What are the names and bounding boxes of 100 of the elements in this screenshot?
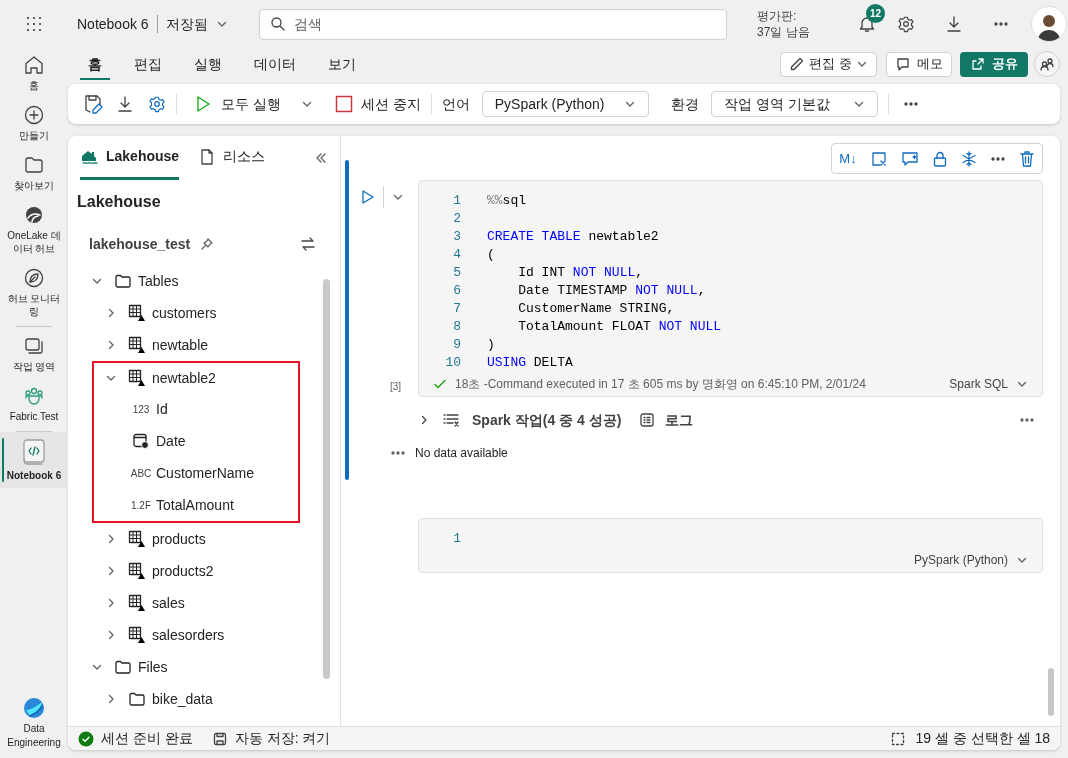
- code-cell-editor[interactable]: [418, 180, 1043, 397]
- bell-icon[interactable]: [858, 15, 876, 33]
- tree-item[interactable]: 1.2F TotalAmount: [94, 489, 298, 521]
- cell-remove-icon[interactable]: [870, 149, 888, 168]
- autosave-status: 자동 저장: 켜기: [234, 729, 331, 748]
- line-number: 1: [452, 530, 461, 549]
- environment-dropdown[interactable]: 작업 영역 기본값: [710, 91, 878, 117]
- execution-status: 18초 -Command executed in 17 초 605 ms by 명화영 on 6:45:10 PM, 2/01/24: [455, 376, 866, 393]
- nav-item[interactable]: 허브 모니터링: [0, 261, 68, 324]
- code-line: Date TIMESTAMP NOT NULL,: [517, 282, 706, 301]
- search-icon: [270, 16, 286, 32]
- nav-item[interactable]: 만들기: [0, 98, 68, 148]
- ribbon-tab[interactable]: 실행: [186, 50, 230, 80]
- nav-footer-label: Data Engineering: [6, 722, 62, 750]
- people-icon: [1039, 56, 1055, 72]
- ribbon-tab[interactable]: 홈: [80, 50, 110, 80]
- nav-label: Fabric Test: [8, 410, 60, 423]
- language-label: 언어: [441, 94, 470, 114]
- nav-item[interactable]: Fabric Test: [0, 379, 68, 429]
- table-icon: [128, 530, 146, 548]
- stop-square-icon: [334, 95, 353, 113]
- search-field[interactable]: 검색: [259, 8, 727, 40]
- output-message: No data available: [415, 445, 508, 462]
- tree-item[interactable]: newtable: [68, 329, 320, 361]
- stop-session-button[interactable]: 세션 중지: [334, 93, 421, 115]
- tree-item[interactable]: Date: [94, 425, 298, 457]
- tree-item[interactable]: products: [68, 523, 320, 555]
- code-line: Id INT NOT NULL,: [517, 264, 644, 283]
- tree-item[interactable]: ABC CustomerName: [94, 457, 298, 489]
- tree-item[interactable]: Files: [68, 651, 320, 683]
- tree-item[interactable]: sales: [68, 587, 320, 619]
- execution-count: [3]: [390, 380, 402, 394]
- profile-avatar[interactable]: [1031, 6, 1067, 42]
- calendar-clock-icon: [132, 432, 150, 450]
- scrollbar-thumb[interactable]: [1048, 668, 1054, 716]
- save-state-menu[interactable]: 저장됨: [165, 13, 228, 35]
- save-edit-icon[interactable]: [82, 93, 104, 115]
- memo-button[interactable]: 메모: [886, 51, 952, 77]
- explorer-tab[interactable]: Lakehouse: [80, 136, 180, 180]
- settings-icon[interactable]: [897, 15, 915, 33]
- markdown-toggle-button[interactable]: M↓: [839, 148, 857, 169]
- data-engineering-logo-icon: [22, 696, 46, 720]
- play-icon[interactable]: [361, 189, 375, 205]
- column-type-label: ABC: [130, 466, 152, 481]
- scrollbar-thumb[interactable]: [323, 279, 330, 679]
- pin-icon[interactable]: [200, 237, 215, 251]
- nav-item[interactable]: OneLake 데이터 허브: [0, 198, 68, 261]
- nav-item[interactable]: 작업 영역: [0, 329, 68, 379]
- language-dropdown[interactable]: PySpark (Python): [481, 91, 649, 117]
- people-icon: [23, 385, 45, 407]
- cell-language-dropdown[interactable]: Spark SQL: [949, 375, 1028, 393]
- tree-item[interactable]: salesorders: [68, 619, 320, 651]
- tree-item[interactable]: Tables: [68, 265, 320, 297]
- code-line: USING DELTA: [487, 354, 573, 373]
- snowflake-icon[interactable]: [961, 150, 977, 167]
- download-icon[interactable]: [116, 95, 134, 113]
- trial-days-remaining: 37일 남음: [757, 24, 811, 40]
- ribbon-tab[interactable]: 데이터: [246, 50, 304, 80]
- cell-language-dropdown[interactable]: PySpark (Python): [913, 551, 1028, 569]
- comment-add-icon[interactable]: [901, 149, 919, 168]
- table-icon: [128, 336, 146, 354]
- edit-mode-button[interactable]: 편집 중: [780, 51, 877, 77]
- nav-item[interactable]: 홈: [0, 48, 68, 98]
- collapse-double-chevron-icon[interactable]: [314, 151, 328, 165]
- nav-label: OneLake 데이터 허브: [6, 229, 62, 255]
- ribbon-tab[interactable]: 보기: [320, 50, 364, 80]
- swap-arrows-icon[interactable]: [300, 236, 316, 252]
- code-cell-editor[interactable]: 1 PySpark (Python): [418, 518, 1043, 573]
- log-button[interactable]: 로그: [639, 409, 694, 431]
- code-line: CustomerName STRING,: [517, 300, 675, 319]
- tree-item[interactable]: 123 Id: [94, 393, 298, 425]
- nav-item[interactable]: 찾아보기: [0, 148, 68, 198]
- lock-icon[interactable]: [932, 149, 948, 168]
- share-button[interactable]: 공유: [960, 51, 1028, 77]
- folder-icon: [114, 659, 132, 675]
- download-icon[interactable]: [945, 15, 963, 33]
- check-circle-icon: [78, 730, 94, 747]
- settings-icon[interactable]: [148, 95, 166, 113]
- table-icon: [128, 626, 146, 644]
- tree-item[interactable]: customers: [68, 297, 320, 329]
- line-number: 9: [452, 336, 461, 355]
- spark-jobs-toggle[interactable]: Spark 작업(4 중 4 성공): [418, 409, 622, 431]
- cell-selection-count: 19 셀 중 선택한 셀 18: [915, 729, 1050, 748]
- tree-item[interactable]: newtable2: [94, 363, 298, 393]
- save-icon: [212, 731, 227, 746]
- run-all-button[interactable]: 모두 실행: [195, 93, 281, 115]
- ribbon-tab[interactable]: 편집: [126, 50, 170, 80]
- tree-item[interactable]: bike_data: [68, 683, 320, 715]
- app-launcher-icon[interactable]: [25, 15, 43, 33]
- line-number: 1: [452, 192, 461, 211]
- line-number: 5: [452, 264, 461, 283]
- delete-icon[interactable]: [1019, 149, 1035, 168]
- collaborators-button[interactable]: [1034, 51, 1060, 77]
- home-icon: [23, 54, 45, 76]
- globe-icon: [23, 204, 45, 226]
- nav-item[interactable]: Notebook 6: [0, 432, 68, 488]
- explorer-heading: Lakehouse: [76, 192, 162, 212]
- nav-label: 찾아보기: [13, 179, 55, 192]
- tree-item[interactable]: products2: [68, 555, 320, 587]
- explorer-tab[interactable]: 리소스: [199, 136, 266, 180]
